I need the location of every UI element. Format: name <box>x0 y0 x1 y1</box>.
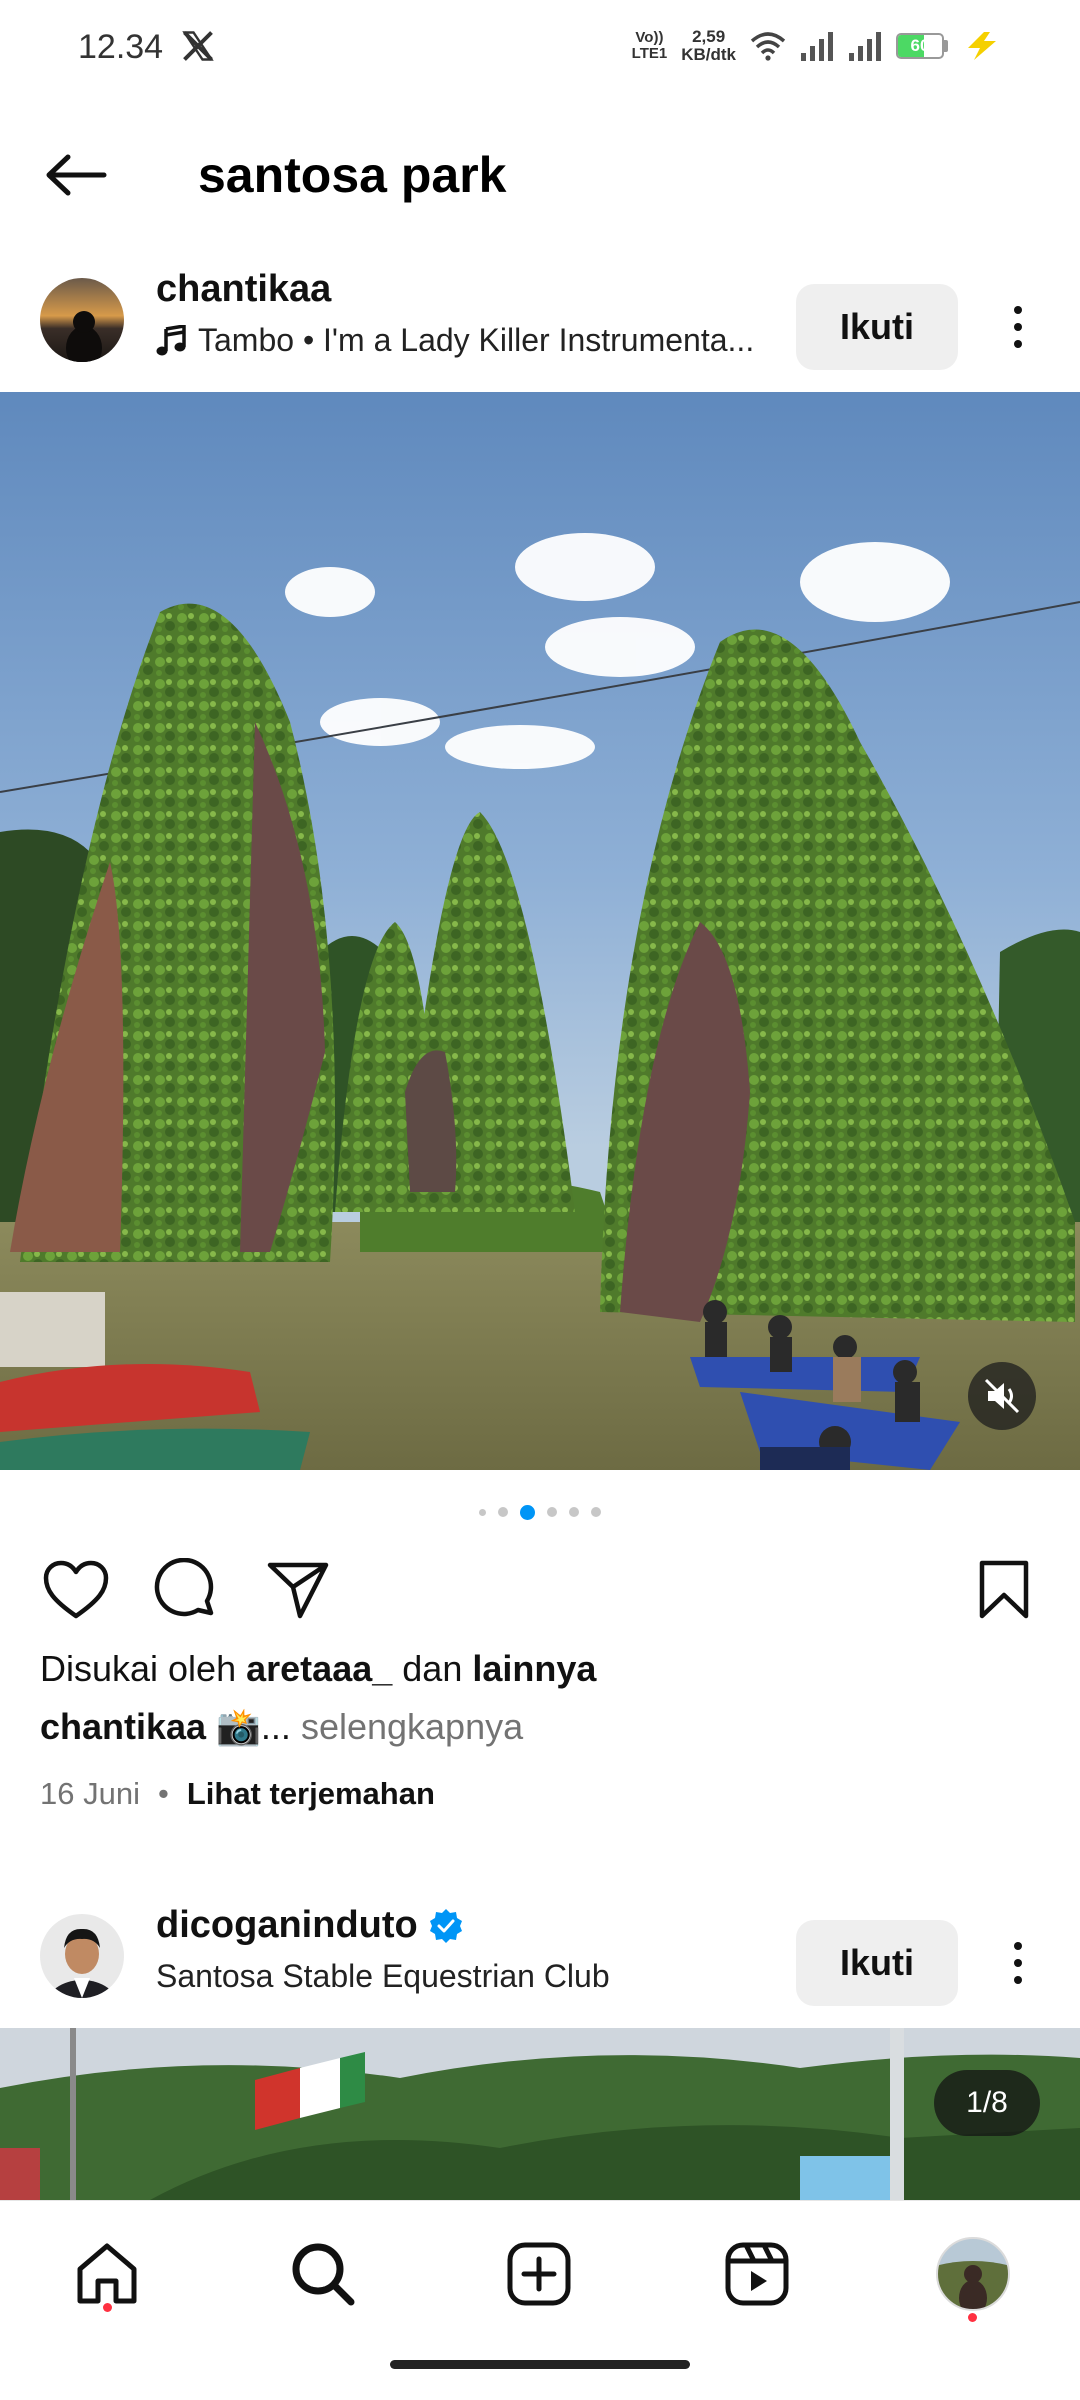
meta-separator: • <box>157 1776 169 1811</box>
home-icon <box>77 2243 137 2304</box>
signal-icon-2 <box>849 32 881 61</box>
more-options-button[interactable] <box>994 294 1042 360</box>
bottom-navigation <box>0 2200 1080 2400</box>
back-button[interactable] <box>36 142 116 208</box>
comment-button[interactable] <box>148 1552 224 1628</box>
back-arrow-icon <box>46 154 107 196</box>
post-username[interactable]: chantikaa <box>156 268 331 311</box>
heart-icon <box>43 1560 109 1619</box>
carousel-dot-active <box>520 1504 535 1520</box>
volte-top: Vo)) <box>635 29 664 46</box>
speaker-muted-icon <box>984 1378 1020 1414</box>
location-text: Santosa Stable Equestrian Club <box>156 1958 610 1994</box>
follow-button[interactable]: Ikuti <box>796 284 958 370</box>
caption-text: 📸... <box>216 1706 291 1747</box>
more-dot <box>1014 1942 1022 1950</box>
post-photo-2-graphic <box>0 2028 1080 2200</box>
profile-notification-dot <box>968 2313 977 2322</box>
post-meta: 16 Juni • Lihat terjemahan <box>40 1776 435 1812</box>
status-bar: 12.34 Vo)) LTE1 2,59 KB/dtk 60 <box>0 0 1080 100</box>
image-counter: 1/8 <box>934 2070 1040 2136</box>
volte-bottom: LTE1 <box>631 45 668 62</box>
carousel-dot <box>591 1507 601 1517</box>
nav-create[interactable] <box>494 2229 584 2319</box>
music-note-icon <box>156 324 186 355</box>
post-photo-2[interactable] <box>0 2028 1080 2200</box>
net-speed: 2,59 KB/dtk <box>681 28 736 64</box>
more-dot <box>1014 323 1022 331</box>
top-header: santosa park <box>0 120 1080 230</box>
mute-button[interactable] <box>968 1362 1036 1430</box>
volte-label: Vo)) LTE1 <box>632 30 668 62</box>
home-notification-dot <box>103 2303 112 2312</box>
send-icon <box>267 1562 329 1619</box>
avatar[interactable] <box>40 278 124 362</box>
music-title: Tambo • I'm a Lady Killer Instrumenta... <box>198 322 755 358</box>
like-button[interactable] <box>38 1552 114 1628</box>
nav-reels[interactable] <box>712 2229 802 2319</box>
post-photo[interactable] <box>0 392 1080 1470</box>
avatar[interactable] <box>40 1914 124 1998</box>
post-photo-graphic <box>0 392 1080 1470</box>
bookmark-icon <box>979 1560 1029 1619</box>
net-speed-value: 2,59 <box>692 27 726 46</box>
more-dot <box>1014 1959 1022 1967</box>
likes-prefix: Disukai oleh <box>40 1648 237 1689</box>
more-dot <box>1014 306 1022 314</box>
post-location[interactable]: Santosa Stable Equestrian Club <box>156 1958 610 1995</box>
battery-level: 60 <box>910 36 930 55</box>
home-indicator <box>390 2360 690 2369</box>
battery-indicator: 60 <box>896 33 948 59</box>
nav-profile[interactable] <box>928 2229 1018 2319</box>
post-music[interactable]: Tambo • I'm a Lady Killer Instrumenta... <box>156 322 754 359</box>
post-actions <box>0 1552 1080 1628</box>
caption-username[interactable]: chantikaa <box>40 1706 206 1747</box>
create-post-icon <box>507 2242 571 2306</box>
post-header: chantikaa Tambo • I'm a Lady Killer Inst… <box>0 264 1080 374</box>
page-title: santosa park <box>198 147 507 203</box>
post-header-2: dicoganinduto Santosa Stable Equestrian … <box>0 1900 1080 2010</box>
signal-icon-1 <box>801 32 833 61</box>
profile-avatar <box>936 2237 1010 2311</box>
carousel-dot <box>569 1507 579 1517</box>
save-button[interactable] <box>966 1552 1042 1628</box>
likes-others[interactable]: lainnya <box>472 1648 596 1689</box>
reels-icon <box>725 2242 789 2306</box>
carousel-indicator <box>0 1500 1080 1524</box>
username-text: dicoganinduto <box>156 1904 418 1946</box>
comment-icon <box>154 1558 214 1617</box>
more-dot <box>1014 340 1022 348</box>
net-speed-unit: KB/dtk <box>681 45 736 64</box>
carousel-dot <box>547 1507 557 1517</box>
likes-text[interactable]: Disukai oleh aretaaa_ dan lainnya <box>40 1648 596 1690</box>
search-icon <box>292 2243 355 2306</box>
likes-and: dan <box>402 1648 463 1689</box>
more-options-button[interactable] <box>994 1930 1042 1996</box>
caption[interactable]: chantikaa 📸... selengkapnya <box>40 1706 523 1748</box>
carousel-dot <box>479 1508 486 1516</box>
more-dot <box>1014 1976 1022 1984</box>
post-username[interactable]: dicoganinduto <box>156 1904 464 1947</box>
carousel-dot <box>498 1507 508 1517</box>
see-more-link[interactable]: selengkapnya <box>301 1706 523 1747</box>
nav-search[interactable] <box>278 2229 368 2319</box>
share-button[interactable] <box>260 1552 336 1628</box>
see-translation-link[interactable]: Lihat terjemahan <box>187 1776 435 1812</box>
username-text: chantikaa <box>156 268 332 310</box>
x-app-icon <box>182 31 214 61</box>
post-date: 16 Juni <box>40 1776 140 1811</box>
charging-icon <box>968 32 996 60</box>
likes-user[interactable]: aretaaa_ <box>246 1648 392 1689</box>
wifi-icon <box>750 32 786 61</box>
status-time: 12.34 <box>78 28 164 66</box>
verified-badge-icon <box>429 1908 462 1943</box>
follow-button[interactable]: Ikuti <box>796 1920 958 2006</box>
